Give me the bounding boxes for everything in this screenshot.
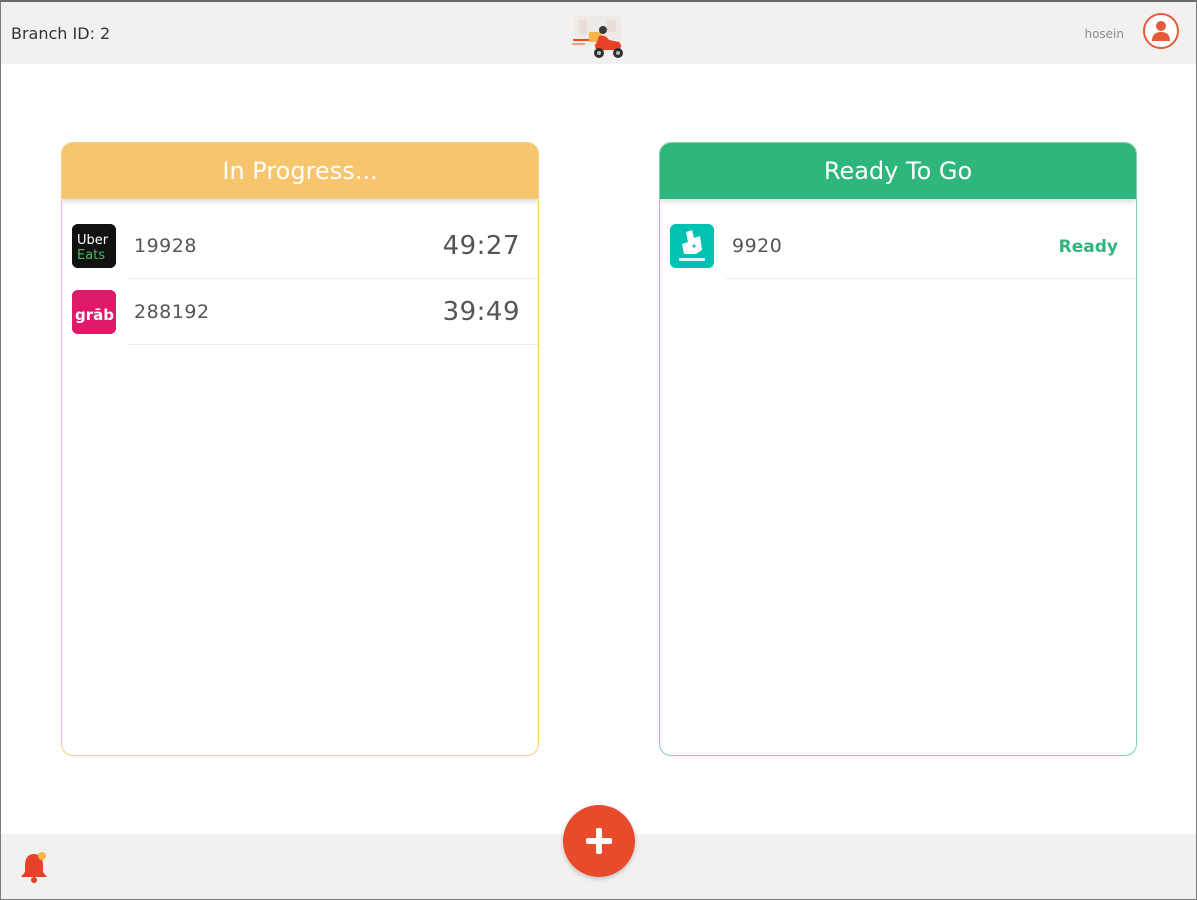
bell-icon[interactable] — [19, 850, 49, 884]
ready-order-list: 9920 Ready — [660, 213, 1136, 279]
user-icon[interactable] — [1143, 13, 1179, 49]
deliveroo-logo-icon — [670, 224, 714, 268]
delivery-scooter-logo-icon — [567, 12, 629, 62]
order-timer: 39:49 — [442, 297, 520, 327]
order-id: 288192 — [134, 301, 210, 323]
order-status: Ready — [1058, 237, 1118, 257]
row-divider — [726, 278, 1136, 279]
order-row[interactable]: Uber Eats 19928 49:27 — [62, 213, 538, 279]
ready-to-go-header: Ready To Go — [660, 143, 1136, 199]
in-progress-panel: In Progress... Uber Eats 19928 49:27 grā… — [61, 142, 539, 756]
svg-text:grāb: grāb — [75, 306, 114, 324]
ubereats-logo-icon: Uber Eats — [72, 224, 116, 268]
order-id: 19928 — [134, 235, 197, 257]
svg-text:Eats: Eats — [77, 248, 105, 263]
in-progress-order-list: Uber Eats 19928 49:27 grāb 288192 39:49 — [62, 213, 538, 345]
app-window: Branch ID: 2 hosein In Progress... Uber … — [0, 0, 1197, 900]
grab-logo-icon: grāb — [72, 290, 116, 334]
add-order-button[interactable] — [563, 805, 635, 877]
in-progress-header: In Progress... — [62, 143, 538, 199]
row-divider — [128, 344, 538, 345]
order-row[interactable]: 9920 Ready — [660, 213, 1136, 279]
order-timer: 49:27 — [442, 231, 520, 261]
branch-label: Branch ID: 2 — [11, 24, 111, 43]
svg-text:Uber: Uber — [77, 233, 109, 248]
ready-to-go-panel: Ready To Go 9920 Ready — [659, 142, 1137, 756]
username-label: hosein — [1084, 27, 1124, 41]
plus-icon — [586, 828, 612, 854]
order-row[interactable]: grāb 288192 39:49 — [62, 279, 538, 345]
top-bar: Branch ID: 2 hosein — [1, 2, 1196, 64]
order-id: 9920 — [732, 235, 783, 257]
